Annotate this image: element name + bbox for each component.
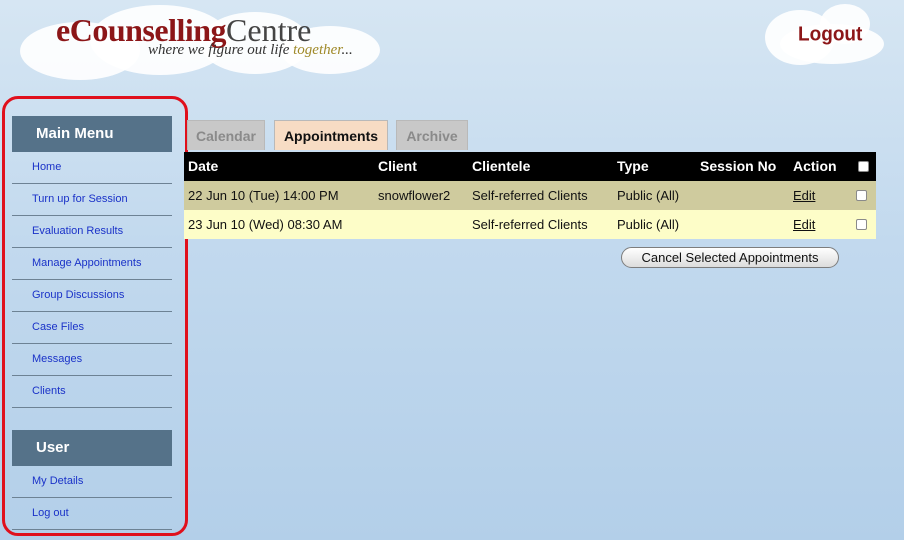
sidebar-item-label[interactable]: Evaluation Results	[32, 225, 123, 237]
sidebar-item-manage-appointments[interactable]: Manage Appointments	[12, 248, 172, 280]
tagline-highlight: together	[293, 42, 342, 58]
select-all-checkbox[interactable]	[858, 161, 869, 172]
user-menu-title: User	[36, 439, 70, 456]
sidebar-item-label[interactable]: Messages	[32, 353, 82, 365]
cell-clientele: Self-referred Clients	[472, 188, 588, 203]
row-select-checkbox[interactable]	[856, 219, 867, 230]
column-header-date: Date	[188, 158, 219, 174]
sidebar-item-label[interactable]: Clients	[32, 385, 66, 397]
column-header-type: Type	[617, 158, 649, 174]
sidebar-item-label[interactable]: Case Files	[32, 321, 84, 333]
sidebar-item-group-discussions[interactable]: Group Discussions	[12, 280, 172, 312]
cell-date: 23 Jun 10 (Wed) 08:30 AM	[188, 217, 343, 232]
tab-calendar[interactable]: Calendar	[187, 120, 265, 150]
logout-link[interactable]: Logout	[798, 23, 862, 46]
table-row: 22 Jun 10 (Tue) 14:00 PM snowflower2 Sel…	[184, 181, 876, 210]
cell-type: Public (All)	[617, 217, 680, 232]
sidebar-item-case-files[interactable]: Case Files	[12, 312, 172, 344]
sidebar-item-label[interactable]: Log out	[32, 507, 69, 519]
sidebar-item-messages[interactable]: Messages	[12, 344, 172, 376]
sidebar-item-label[interactable]: My Details	[32, 475, 83, 487]
sidebar-item-label[interactable]: Turn up for Session	[32, 193, 128, 205]
site-tagline: where we figure out life together...	[148, 42, 353, 59]
site-logo: eCounsellingCentre where we figure out l…	[56, 12, 353, 58]
cell-clientele: Self-referred Clients	[472, 217, 588, 232]
tab-archive[interactable]: Archive	[396, 120, 468, 150]
cell-type: Public (All)	[617, 188, 680, 203]
tagline-text: where we figure out life	[148, 42, 294, 58]
sidebar-item-label[interactable]: Group Discussions	[32, 289, 124, 301]
row-select-checkbox[interactable]	[856, 190, 867, 201]
table-header-row: Date Client Clientele Type Session No Ac…	[184, 152, 876, 181]
edit-link[interactable]: Edit	[793, 181, 815, 210]
sidebar-item-turn-up-for-session[interactable]: Turn up for Session	[12, 184, 172, 216]
sidebar-item-clients[interactable]: Clients	[12, 376, 172, 408]
column-header-action: Action	[793, 158, 837, 174]
sidebar-item-log-out[interactable]: Log out	[12, 498, 172, 530]
column-header-client: Client	[378, 158, 417, 174]
sidebar-item-label[interactable]: Home	[32, 161, 61, 173]
tagline-ellipsis: ...	[341, 42, 353, 58]
tab-appointments[interactable]: Appointments	[274, 120, 388, 150]
column-header-clientele: Clientele	[472, 158, 531, 174]
sidebar-item-home[interactable]: Home	[12, 152, 172, 184]
user-menu-header: User	[12, 430, 172, 466]
sidebar-item-label[interactable]: Manage Appointments	[32, 257, 141, 269]
cell-date: 22 Jun 10 (Tue) 14:00 PM	[188, 188, 339, 203]
sidebar-item-my-details[interactable]: My Details	[12, 466, 172, 498]
sidebar-item-evaluation-results[interactable]: Evaluation Results	[12, 216, 172, 248]
main-menu-header: Main Menu	[12, 116, 172, 152]
edit-link[interactable]: Edit	[793, 210, 815, 239]
table-row: 23 Jun 10 (Wed) 08:30 AM Self-referred C…	[184, 210, 876, 239]
cell-client: snowflower2	[378, 188, 451, 203]
cancel-selected-appointments-button[interactable]: Cancel Selected Appointments	[621, 247, 839, 268]
main-menu-title: Main Menu	[36, 125, 114, 142]
column-header-session-no: Session No	[700, 158, 777, 174]
